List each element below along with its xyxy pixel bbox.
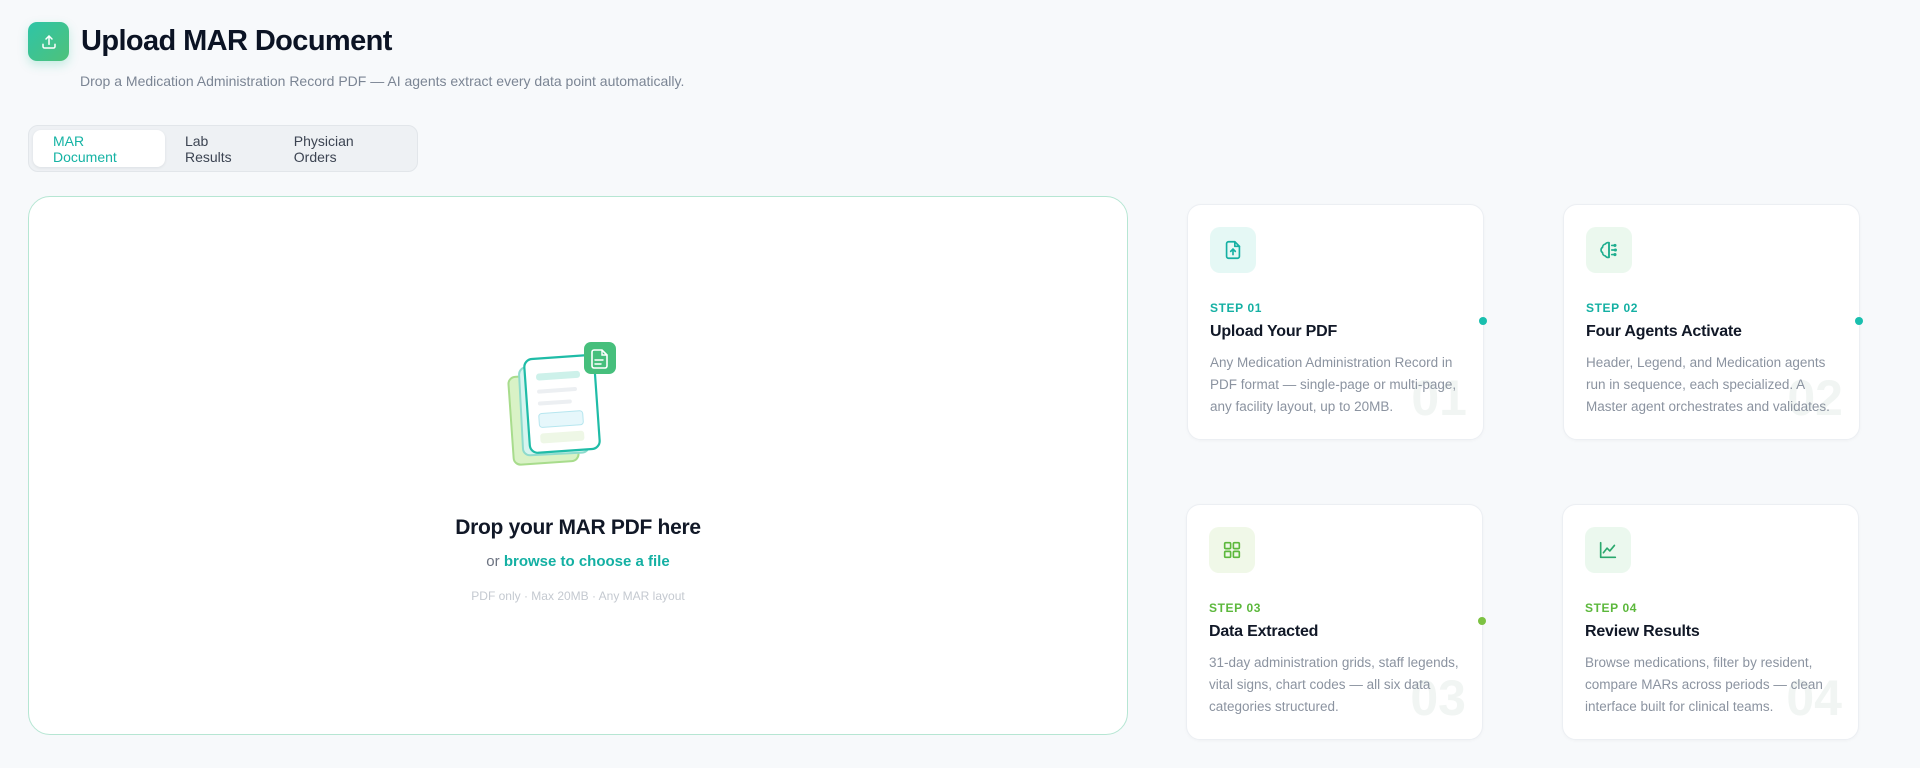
step-card-data-extracted: 03 STEP 03 Data Extracted 31-day adminis… bbox=[1186, 504, 1483, 740]
dropzone-subtext: or browse to choose a file bbox=[29, 553, 1127, 570]
step-icon-tile bbox=[1210, 227, 1256, 273]
documents-illustration-icon bbox=[507, 342, 616, 466]
page-header: Upload MAR Document Drop a Medication Ad… bbox=[28, 22, 684, 89]
line-chart-icon bbox=[1599, 541, 1617, 559]
step-icon-tile bbox=[1209, 527, 1255, 573]
brain-icon bbox=[1600, 241, 1617, 259]
step-label: STEP 03 bbox=[1209, 601, 1262, 615]
step-card-agents: 02 STEP 02 Four Agents Activate Header, … bbox=[1563, 204, 1860, 440]
step-title: Data Extracted bbox=[1209, 623, 1319, 640]
step-description: 31-day administration grids, staff legen… bbox=[1209, 655, 1459, 714]
page-subtitle: Drop a Medication Administration Record … bbox=[80, 73, 685, 89]
step-description: Header, Legend, and Medication agents ru… bbox=[1586, 355, 1830, 414]
step-title: Upload Your PDF bbox=[1210, 323, 1338, 340]
dropzone-title: Drop your MAR PDF here bbox=[455, 516, 701, 539]
upload-logo-tile bbox=[28, 22, 69, 61]
step-title: Four Agents Activate bbox=[1586, 323, 1742, 340]
tab-mar-document[interactable]: MAR Document bbox=[33, 130, 165, 167]
step-card-upload: 01 STEP 01 Upload Your PDF Any Medicatio… bbox=[1187, 204, 1484, 440]
file-upload-icon bbox=[1225, 240, 1241, 260]
step-label: STEP 02 bbox=[1586, 301, 1639, 315]
dropzone-or-text: or bbox=[486, 553, 500, 570]
step-label: STEP 04 bbox=[1585, 601, 1638, 615]
connector-dot bbox=[1478, 617, 1486, 625]
dropzone-hint: PDF only · Max 20MB · Any MAR layout bbox=[471, 589, 685, 603]
grid-icon bbox=[1223, 541, 1241, 559]
tab-lab-results[interactable]: Lab Results bbox=[165, 130, 274, 167]
document-type-tabs: MAR Document Lab Results Physician Order… bbox=[28, 125, 418, 172]
step-description: Browse medications, filter by resident, … bbox=[1585, 655, 1823, 714]
step-description: Any Medication Administration Record in … bbox=[1210, 355, 1457, 414]
header-row: Upload MAR Document bbox=[28, 22, 392, 61]
connector-dot bbox=[1855, 317, 1863, 325]
page-title: Upload MAR Document bbox=[81, 25, 392, 57]
step-card-review: 04 STEP 04 Review Results Browse medicat… bbox=[1562, 504, 1859, 740]
browse-file-link[interactable]: browse to choose a file bbox=[504, 553, 670, 570]
tab-physician-orders[interactable]: Physician Orders bbox=[274, 130, 413, 167]
step-label: STEP 01 bbox=[1210, 301, 1263, 315]
upload-icon bbox=[41, 34, 56, 49]
pdf-dropzone[interactable]: Drop your MAR PDF here or browse to choo… bbox=[28, 196, 1128, 735]
step-title: Review Results bbox=[1585, 623, 1700, 640]
step-icon-tile bbox=[1585, 527, 1631, 573]
step-icon-tile bbox=[1586, 227, 1632, 273]
connector-dot bbox=[1479, 317, 1487, 325]
